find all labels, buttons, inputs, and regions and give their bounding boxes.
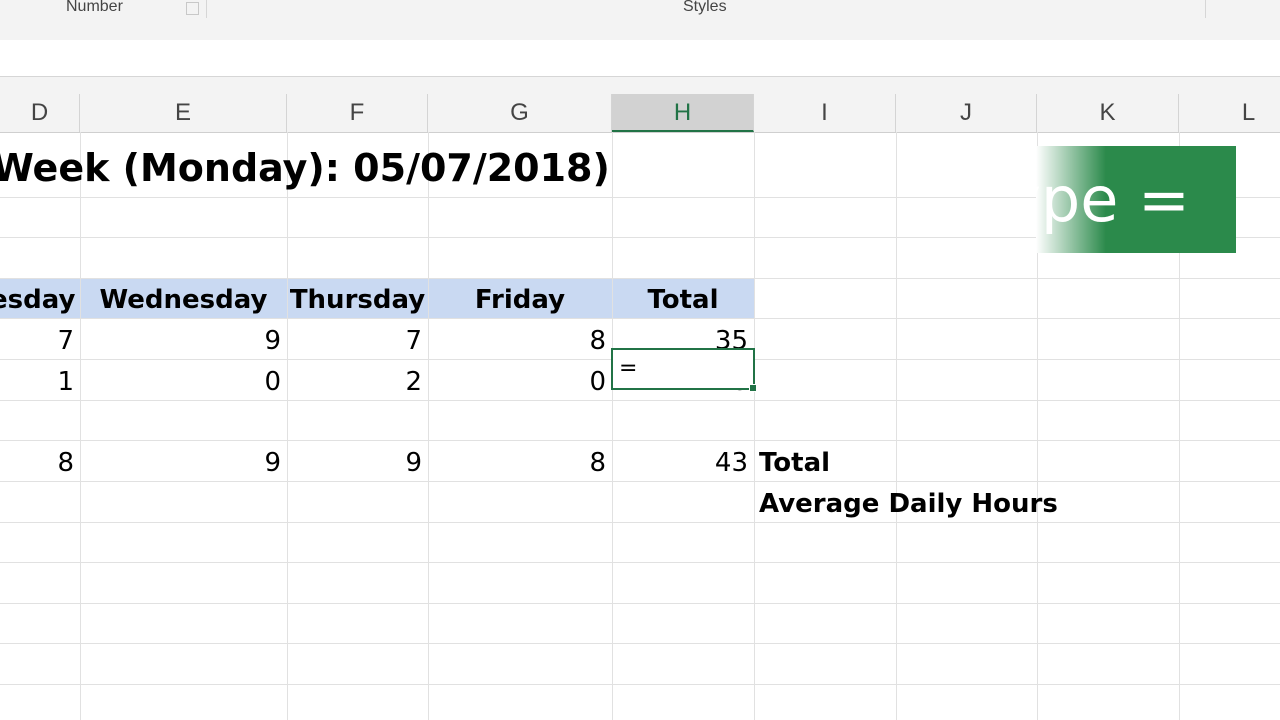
header-wednesday: Wednesday — [99, 285, 268, 315]
active-cell-h-average[interactable]: = — [611, 348, 757, 392]
column-header-h[interactable]: H — [612, 94, 754, 132]
cell-f-row1[interactable]: 7 — [287, 321, 428, 361]
number-dialog-launcher-icon[interactable] — [186, 2, 199, 15]
column-header-g[interactable]: G — [428, 94, 612, 132]
column-header-k[interactable]: K — [1037, 94, 1179, 132]
average-daily-hours-label: Average Daily Hours — [759, 489, 1058, 519]
header-total: Total — [647, 285, 719, 315]
sheet-title: Week (Monday): 05/07/2018) — [0, 146, 610, 190]
column-header-d[interactable]: D — [0, 94, 80, 132]
header-tuesday: esday — [0, 285, 76, 315]
fill-handle[interactable] — [749, 384, 757, 392]
cell-d-total[interactable]: 8 — [0, 443, 80, 483]
header-friday: Friday — [474, 285, 566, 315]
formula-bar-area — [0, 40, 1280, 77]
cell-f-row2[interactable]: 2 — [287, 362, 428, 402]
header-thursday: Thursday — [289, 285, 426, 315]
sheet-top-strip — [0, 77, 1280, 94]
cell-d-row1[interactable]: 7 — [0, 321, 80, 361]
cell-d-row2[interactable]: 1 — [0, 362, 80, 402]
column-header-l[interactable]: L — [1179, 94, 1280, 132]
cell-f-total[interactable]: 9 — [287, 443, 428, 483]
ribbon-group-divider — [1205, 0, 1206, 18]
caption-fade — [1036, 146, 1106, 253]
cell-g-total[interactable]: 8 — [428, 443, 612, 483]
column-header-e[interactable]: E — [80, 94, 287, 132]
ribbon: Number Styles — [0, 0, 1280, 41]
cell-g-row2[interactable]: 0 — [428, 362, 612, 402]
cell-e-total[interactable]: 9 — [80, 443, 287, 483]
styles-group-label: Styles — [683, 0, 727, 15]
tutorial-caption-overlay: ype = — [1036, 146, 1236, 253]
cell-g-row1[interactable]: 8 — [428, 321, 612, 361]
total-label: Total — [759, 448, 831, 478]
column-header-i[interactable]: I — [754, 94, 896, 132]
column-header-row: D E F G H I J K L — [0, 94, 1280, 133]
cell-h-total[interactable]: 43 — [612, 443, 754, 483]
cell-e-row2[interactable]: 0 — [80, 362, 287, 402]
ribbon-group-divider — [206, 0, 207, 18]
cell-e-row1[interactable]: 9 — [80, 321, 287, 361]
active-cell-input[interactable]: = — [619, 350, 637, 388]
column-header-j[interactable]: J — [896, 94, 1037, 132]
column-header-f[interactable]: F — [287, 94, 428, 132]
number-group-label: Number — [66, 0, 123, 15]
